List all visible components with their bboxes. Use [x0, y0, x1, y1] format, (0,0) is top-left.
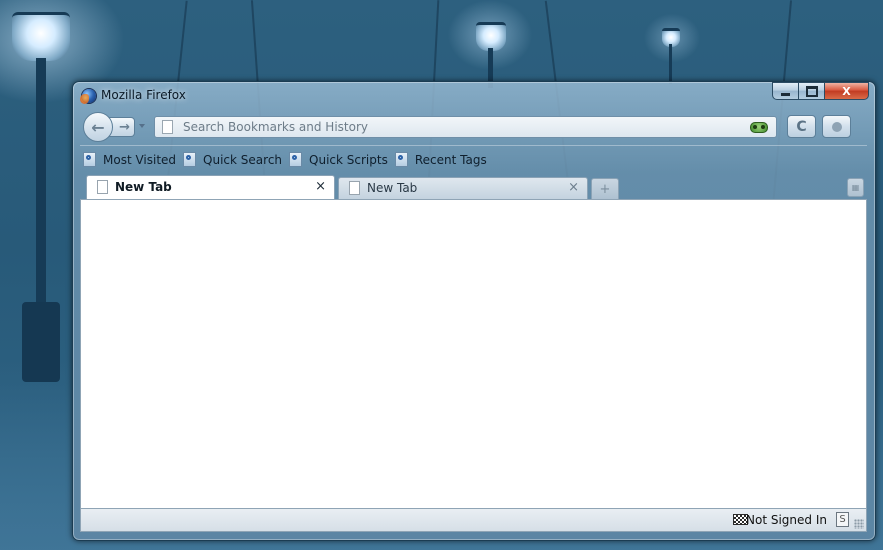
tab-close-icon[interactable]: × — [315, 179, 326, 195]
tab-strip: New Tab × New Tab × + ▦ — [80, 175, 867, 200]
history-dropdown-icon[interactable] — [139, 124, 145, 128]
reload-button[interactable]: C — [787, 115, 816, 138]
resize-grip-icon[interactable] — [854, 519, 864, 529]
window-controls: X — [772, 82, 869, 100]
bookmark-most-visited[interactable]: Most Visited — [83, 150, 176, 170]
bookmark-label: Quick Search — [203, 152, 283, 167]
addon-button[interactable] — [822, 115, 851, 138]
page-content-area[interactable] — [80, 199, 867, 509]
plus-icon: + — [599, 181, 611, 197]
bookmark-label: Most Visited — [103, 152, 177, 167]
back-arrow-icon: ← — [91, 117, 105, 137]
title-bar[interactable]: Mozilla Firefox X — [73, 82, 875, 110]
url-input[interactable] — [183, 117, 743, 137]
close-icon: X — [842, 84, 851, 98]
bookmark-recent-tags[interactable]: Recent Tags — [394, 150, 487, 170]
tab-label: New Tab — [367, 181, 418, 195]
list-all-tabs-button[interactable]: ▦ — [847, 178, 864, 197]
page-icon — [97, 180, 108, 194]
page-icon — [162, 120, 173, 134]
close-button[interactable]: X — [825, 82, 869, 100]
bookmark-quick-scripts[interactable]: Quick Scripts — [289, 150, 388, 170]
smart-bookmark-icon — [394, 152, 408, 167]
smart-bookmark-icon — [83, 152, 96, 167]
minimize-button[interactable] — [772, 82, 799, 100]
tab-new-tab-active[interactable]: New Tab × — [86, 175, 335, 200]
back-forward-group: → ← — [83, 112, 135, 142]
url-addon-icon[interactable] — [750, 122, 768, 133]
reload-icon: C — [796, 118, 807, 135]
bookmarks-toolbar: Most Visited Quick Search Quick Scripts … — [80, 145, 867, 173]
status-bar: Not Signed In S — [80, 509, 867, 532]
page-icon — [349, 181, 360, 195]
location-bar[interactable] — [154, 116, 777, 138]
window-title: Mozilla Firefox — [101, 88, 186, 102]
navigation-toolbar: → ← C — [80, 112, 867, 142]
smart-bookmark-icon — [183, 152, 197, 167]
minimize-icon — [781, 92, 790, 96]
tab-close-icon[interactable]: × — [568, 180, 579, 196]
firefox-window: Mozilla Firefox X → ← Search Bookmarks a… — [72, 81, 876, 541]
bookmark-quick-search[interactable]: Quick Search — [183, 150, 282, 170]
sync-status-text[interactable]: Not Signed In — [746, 513, 827, 527]
addon-icon — [831, 121, 842, 132]
tab-label: New Tab — [115, 180, 172, 194]
smart-bookmark-icon — [289, 152, 303, 167]
forward-arrow-icon: → — [119, 119, 130, 135]
bookmark-label: Recent Tags — [414, 152, 487, 167]
maximize-button[interactable] — [799, 82, 825, 100]
maximize-icon — [805, 85, 818, 97]
new-tab-button[interactable]: + — [591, 178, 619, 199]
grid-icon: ▦ — [851, 183, 860, 192]
firefox-logo-icon — [80, 89, 96, 104]
bookmark-label: Quick Scripts — [309, 152, 388, 167]
tab-new-tab[interactable]: New Tab × — [338, 177, 588, 199]
status-s-icon[interactable]: S — [836, 512, 849, 527]
back-button[interactable]: ← — [83, 112, 113, 142]
